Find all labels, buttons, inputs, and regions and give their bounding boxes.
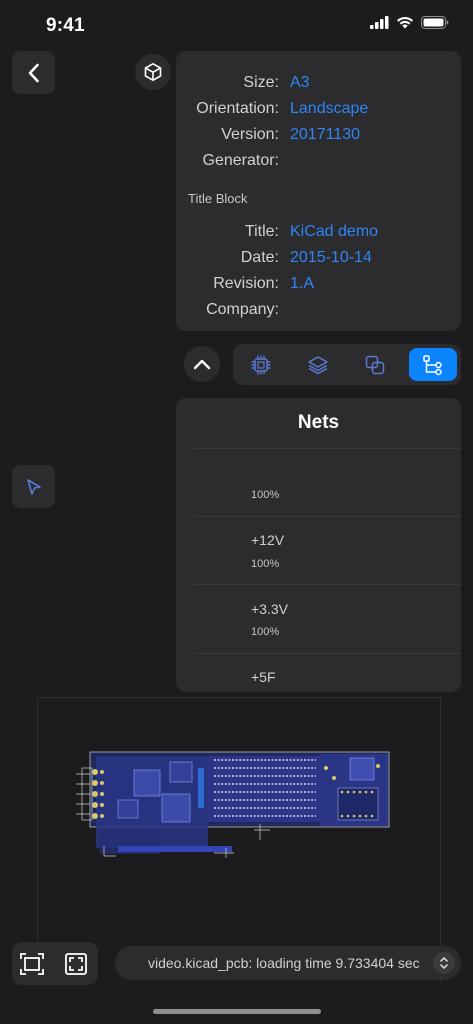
status-log-text: video.kicad_pcb: loading time 9.733404 s… — [148, 955, 420, 971]
net-name: +12V — [251, 532, 285, 548]
info-label: Title: — [244, 223, 279, 240]
net-name: +5F — [251, 669, 276, 685]
info-label: Company: — [206, 301, 279, 318]
info-label: Version: — [221, 126, 279, 143]
net-name: +3.3V — [251, 601, 288, 617]
pcb-board-render — [76, 751, 390, 858]
info-value: A3 — [290, 74, 310, 91]
layers-icon — [308, 355, 328, 374]
info-row-size: Size: A3 — [176, 74, 461, 98]
segment-layers[interactable] — [294, 348, 342, 381]
chevron-up-icon — [193, 359, 211, 369]
segment-nets[interactable] — [409, 348, 457, 381]
pcb-canvas[interactable] — [37, 697, 441, 983]
fullscreen-icon — [65, 953, 87, 975]
segment-components[interactable] — [237, 348, 285, 381]
divider — [194, 584, 461, 585]
chevron-up-down-icon — [440, 957, 448, 969]
nets-icon — [423, 354, 442, 375]
info-row-date: Date: 2015-10-14 — [176, 249, 461, 273]
chevron-left-icon — [28, 63, 39, 82]
chip-icon — [251, 355, 271, 374]
info-row-revision: Revision: 1.A — [176, 275, 461, 299]
info-label: Revision: — [213, 275, 279, 292]
cube-icon — [144, 63, 162, 81]
home-indicator — [153, 1009, 321, 1014]
net-percent: 100% — [251, 626, 280, 638]
info-value: Landscape — [290, 100, 369, 117]
status-bar: 9:41 — [0, 0, 473, 50]
overlap-icon — [365, 355, 385, 374]
divider — [194, 516, 461, 517]
info-row-orientation: Orientation: Landscape — [176, 100, 461, 124]
battery-icon — [421, 16, 449, 29]
info-row-title: Title: KiCad demo — [176, 223, 461, 247]
info-label: Orientation: — [196, 100, 279, 117]
info-value: 2015-10-14 — [290, 249, 372, 266]
title-block-heading: Title Block — [188, 191, 248, 206]
divider — [194, 448, 461, 449]
segment-overlap[interactable] — [351, 348, 399, 381]
pointer-arrow-icon — [26, 478, 41, 495]
cellular-signal-icon — [370, 16, 389, 29]
status-time: 9:41 — [46, 15, 85, 36]
fit-view-button[interactable] — [18, 950, 46, 978]
select-tool-button[interactable] — [12, 465, 55, 508]
wifi-icon — [397, 16, 413, 29]
board-info-panel: Size: A3 Orientation: Landscape Version:… — [176, 51, 461, 331]
info-label: Generator: — [202, 152, 279, 169]
info-label: Date: — [240, 249, 279, 266]
net-percent: 100% — [251, 489, 280, 501]
fit-frame-icon — [20, 953, 44, 975]
nets-panel: Nets 100% +12V 100% +3.3V 100% +5F — [176, 398, 461, 692]
info-label: Size: — [243, 74, 279, 91]
status-log-field[interactable]: video.kicad_pcb: loading time 9.733404 s… — [115, 946, 461, 980]
info-row-company: Company: — [176, 301, 461, 325]
3d-view-button[interactable] — [135, 54, 171, 90]
info-value: KiCad demo — [290, 223, 379, 240]
nets-title: Nets — [297, 412, 340, 433]
status-scroll-control[interactable] — [433, 952, 455, 974]
back-button[interactable] — [12, 51, 55, 94]
collapse-button[interactable] — [184, 346, 220, 382]
view-controls — [12, 942, 98, 985]
info-value: 1.A — [290, 275, 315, 292]
info-row-generator: Generator: — [176, 152, 461, 176]
info-row-version: Version: 20171130 — [176, 126, 461, 150]
info-value: 20171130 — [290, 126, 360, 143]
divider — [194, 653, 461, 654]
status-icons — [370, 16, 449, 29]
fullscreen-button[interactable] — [62, 950, 90, 978]
view-mode-segmented-control — [233, 344, 461, 385]
net-percent: 100% — [251, 558, 280, 570]
